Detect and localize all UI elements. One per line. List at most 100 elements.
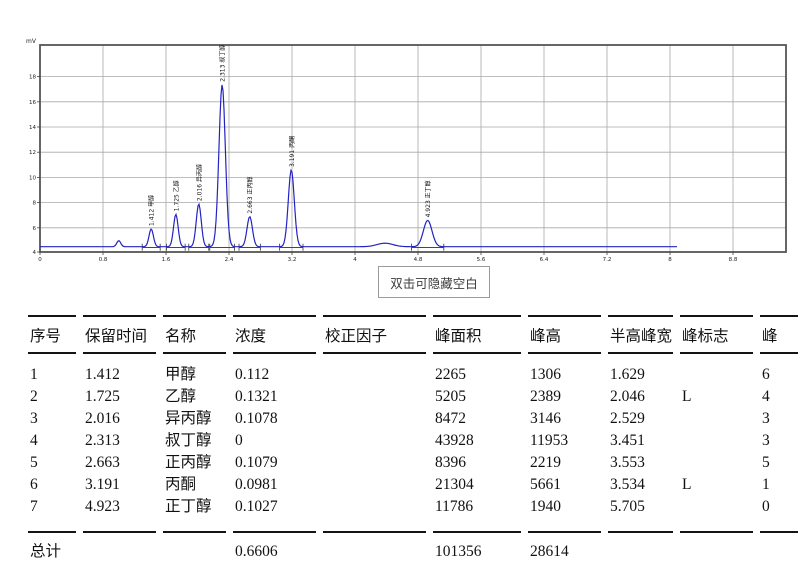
- table-cell: 101356: [435, 541, 530, 563]
- peak-label: 1.412 甲醇: [148, 195, 156, 226]
- table-cell: 2.046: [610, 386, 682, 408]
- table-cell: 5: [762, 452, 798, 474]
- table-cell: 丙酮: [165, 474, 235, 496]
- table-cell: 3.451: [610, 430, 682, 452]
- header-cell: 序号: [30, 324, 85, 350]
- table-rule: [28, 315, 798, 317]
- peak-row: 63.191丙酮0.09812130456613.534L1: [30, 474, 798, 496]
- table-cell: 4.923: [85, 496, 165, 518]
- table-cell: [682, 496, 762, 518]
- peak-row: 32.016异丙醇0.1078847231462.5293: [30, 408, 798, 430]
- table-cell: 2.663: [85, 452, 165, 474]
- table-cell: 0.1079: [235, 452, 325, 474]
- chromatogram-chart[interactable]: 181614121086400.81.62.43.244.85.66.47.28…: [0, 0, 798, 305]
- peak-row: 52.663正丙醇0.1079839622193.5535: [30, 452, 798, 474]
- table-cell: 总计: [30, 541, 85, 563]
- rule-segment: [608, 315, 673, 317]
- table-cell: 3146: [530, 408, 610, 430]
- rule-segment: [28, 531, 76, 533]
- peak-label: 1.725 乙醇: [172, 180, 180, 211]
- table-cell: L: [682, 474, 762, 496]
- svg-text:18: 18: [29, 75, 36, 81]
- rule-segment: [680, 352, 753, 354]
- svg-text:2.4: 2.4: [225, 257, 234, 263]
- rule-segment: [528, 352, 601, 354]
- axis-labels: 181614121086400.81.62.43.244.85.66.47.28…: [26, 38, 738, 263]
- svg-text:5.6: 5.6: [477, 257, 486, 263]
- peak-label: 2.313 叔丁醇: [219, 45, 227, 82]
- rule-segment: [680, 315, 753, 317]
- rule-segment: [760, 315, 798, 317]
- rule-segment: [528, 315, 601, 317]
- table-cell: 1940: [530, 496, 610, 518]
- table-cell: 异丙醇: [165, 408, 235, 430]
- table-cell: [682, 541, 762, 563]
- table-cell: 5661: [530, 474, 610, 496]
- table-cell: [682, 452, 762, 474]
- svg-text:8: 8: [33, 201, 37, 207]
- rule-segment: [608, 352, 673, 354]
- table-cell: 甲醇: [165, 364, 235, 386]
- table-cell: 11953: [530, 430, 610, 452]
- table-cell: 3: [762, 430, 798, 452]
- table-cell: 0.112: [235, 364, 325, 386]
- peak-label: 2.016 异丙醇: [195, 164, 203, 201]
- rule-segment: [323, 531, 426, 533]
- header-cell: 浓度: [235, 324, 325, 350]
- table-cell: [682, 364, 762, 386]
- svg-text:12: 12: [29, 150, 36, 156]
- rule-segment: [760, 531, 798, 533]
- table-cell: [325, 541, 435, 563]
- peak-labels: 1.412 甲醇1.725 乙醇2.016 异丙醇2.313 叔丁醇2.663 …: [148, 45, 432, 226]
- table-cell: 5.705: [610, 496, 682, 518]
- svg-text:0: 0: [38, 257, 42, 263]
- table-cell: 6: [30, 474, 85, 496]
- table-cell: 0: [235, 430, 325, 452]
- table-cell: 11786: [435, 496, 530, 518]
- svg-text:1.6: 1.6: [162, 257, 171, 263]
- table-cell: 0.1321: [235, 386, 325, 408]
- rule-segment: [433, 531, 521, 533]
- table-cell: 7: [30, 496, 85, 518]
- chromatogram-trace: [40, 85, 677, 247]
- svg-text:4: 4: [353, 257, 357, 263]
- table-cell: 3.534: [610, 474, 682, 496]
- table-cell: 叔丁醇: [165, 430, 235, 452]
- table-cell: 4: [762, 386, 798, 408]
- svg-text:7.2: 7.2: [603, 257, 612, 263]
- table-cell: [325, 364, 435, 386]
- table-rule: [28, 352, 798, 354]
- table-cell: 0: [762, 496, 798, 518]
- peak-row: 42.313叔丁醇043928119533.4513: [30, 430, 798, 452]
- rule-segment: [163, 352, 226, 354]
- table-cell: [325, 408, 435, 430]
- peak-row: 21.725乙醇0.1321520523892.046L4: [30, 386, 798, 408]
- table-cell: [325, 496, 435, 518]
- peak-row: 74.923正丁醇0.10271178619405.7050: [30, 496, 798, 518]
- svg-text:4.8: 4.8: [414, 257, 423, 263]
- table-cell: [165, 541, 235, 563]
- rule-segment: [83, 315, 156, 317]
- rule-segment: [83, 352, 156, 354]
- table-cell: 2.529: [610, 408, 682, 430]
- rule-segment: [680, 531, 753, 533]
- table-cell: 正丙醇: [165, 452, 235, 474]
- table-cell: 3: [762, 408, 798, 430]
- svg-text:0.8: 0.8: [99, 257, 108, 263]
- table-cell: 1.629: [610, 364, 682, 386]
- table-cell: 5205: [435, 386, 530, 408]
- svg-text:4: 4: [33, 250, 37, 256]
- table-cell: 乙醇: [165, 386, 235, 408]
- table-cell: 1.412: [85, 364, 165, 386]
- table-cell: 4: [30, 430, 85, 452]
- header-cell: 校正因子: [325, 324, 435, 350]
- table-cell: 1: [762, 474, 798, 496]
- table-cell: 43928: [435, 430, 530, 452]
- rule-segment: [163, 531, 226, 533]
- table-cell: 2389: [530, 386, 610, 408]
- table-cell: [682, 430, 762, 452]
- rule-segment: [163, 315, 226, 317]
- header-cell: 峰面积: [435, 324, 530, 350]
- peak-row: 11.412甲醇0.112226513061.6296: [30, 364, 798, 386]
- table-cell: [85, 541, 165, 563]
